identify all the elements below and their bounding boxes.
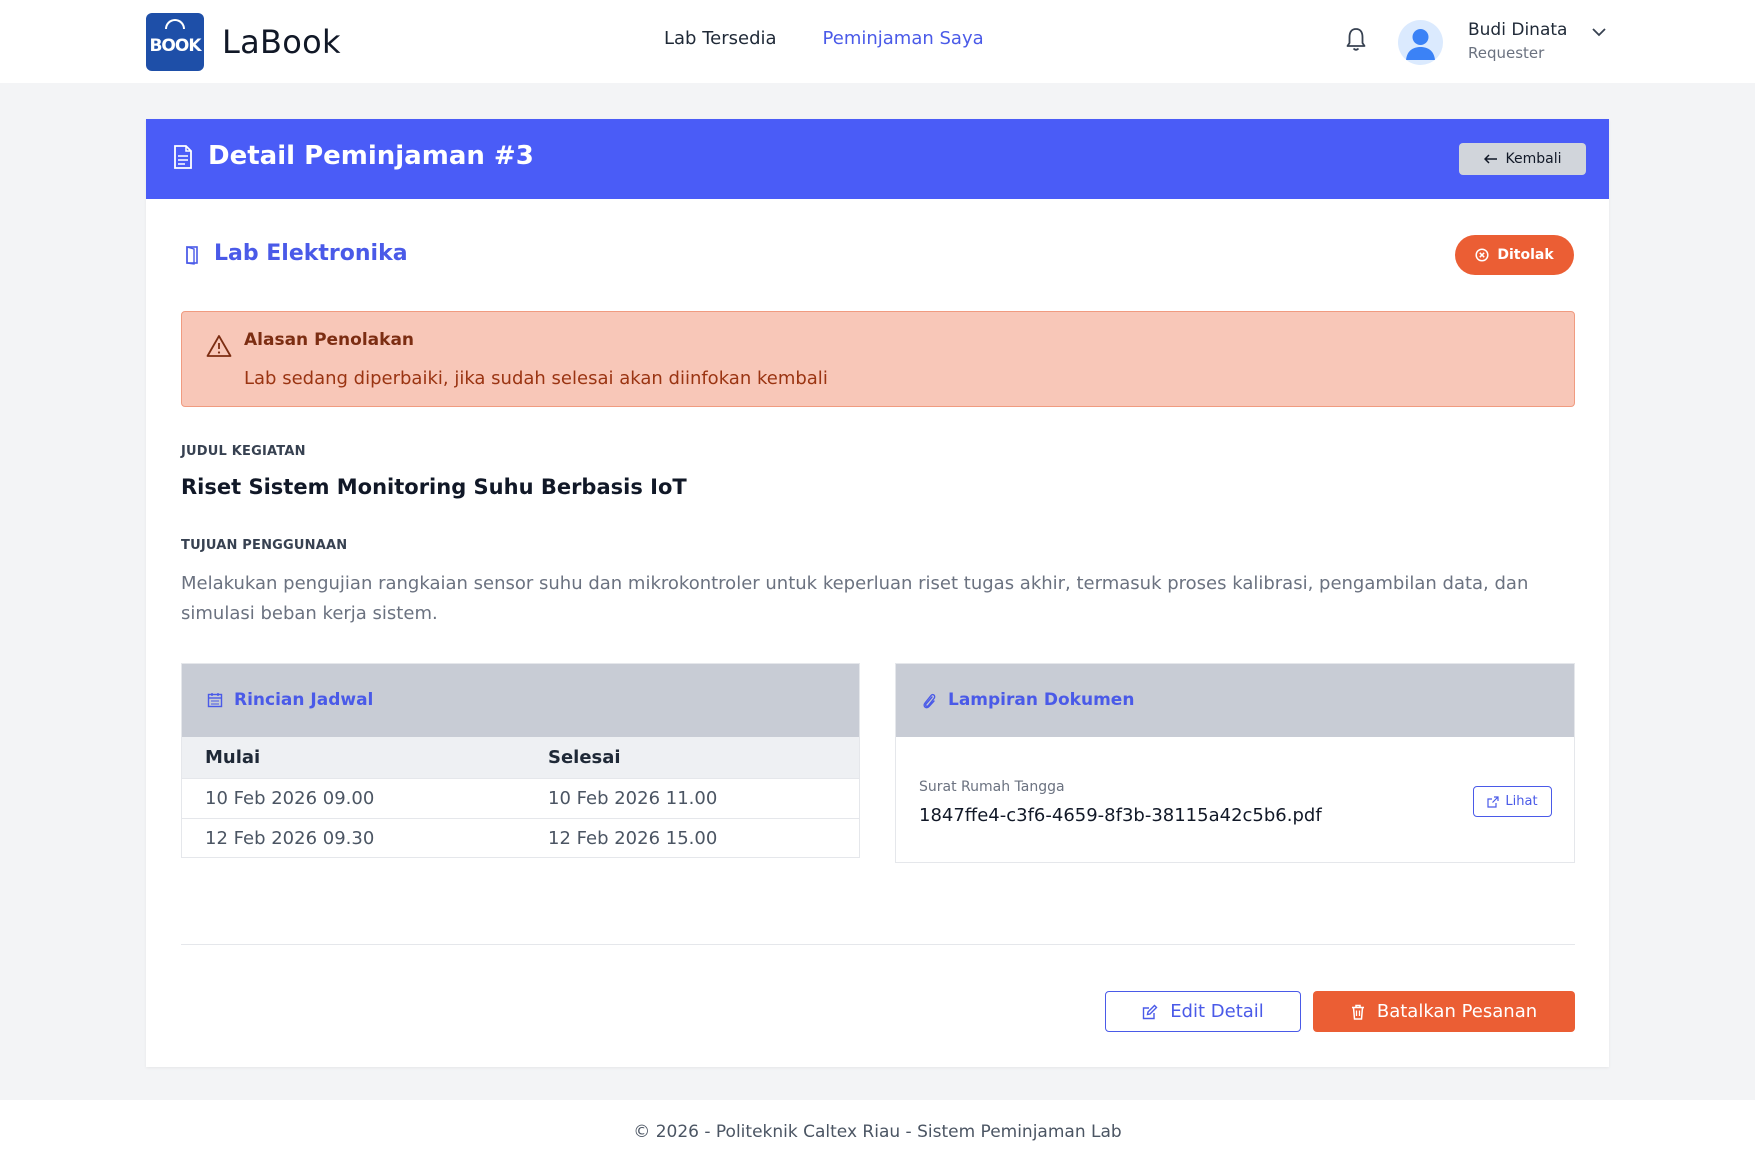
schedule-row-2-start: 12 Feb 2026 09.30 [205,828,375,849]
purpose-text: Melakukan pengujian rangkaian sensor suh… [181,573,1529,624]
door-icon [186,246,198,265]
external-link-icon [1487,795,1500,808]
navbar: BOOK LaBook Lab Tersedia Peminjaman Saya… [0,0,1755,83]
nav-links: Lab Tersedia Peminjaman Saya [664,28,984,49]
arrow-left-icon [1483,154,1497,164]
nav-peminjaman-saya[interactable]: Peminjaman Saya [823,28,984,49]
user-name[interactable]: Budi Dinata [1468,20,1567,40]
calendar-icon [207,693,223,708]
edit-button-label: Edit Detail [1170,1001,1264,1022]
schedule-header-row: Mulai Selesai [182,737,859,778]
edit-icon [1142,1004,1158,1019]
purpose-label: TUJUAN PENGGUNAAN [181,538,348,553]
user-role: Requester [1468,44,1545,62]
labook-logo: BOOK [146,13,204,71]
footer-text: © 2026 - Politeknik Caltex Riau - Sistem… [633,1122,1122,1142]
back-button[interactable]: Kembali [1459,143,1586,175]
paperclip-icon [923,693,936,709]
activity-title: Riset Sistem Monitoring Suhu Berbasis Io… [181,475,687,499]
actions-divider [181,944,1575,945]
rejection-alert: Alasan Penolakan Lab sedang diperbaiki, … [181,311,1575,407]
schedule-panel: Rincian Jadwal Mulai Selesai 10 Feb 2026… [181,663,860,858]
row-divider [182,778,859,779]
cancel-booking-button[interactable]: Batalkan Pesanan [1313,991,1575,1032]
view-button-label: Lihat [1505,794,1538,809]
attachment-filename: 1847ffe4-c3f6-4659-8f3b-38115a42c5b6.pdf [919,805,1322,826]
trash-icon [1351,1004,1364,1020]
schedule-row-2-end: 12 Feb 2026 15.00 [548,828,718,849]
attachments-panel: Lampiran Dokumen Surat Rumah Tangga 1847… [895,663,1575,863]
edit-detail-button[interactable]: Edit Detail [1105,991,1301,1032]
warning-icon [206,335,232,357]
x-circle-icon [1475,248,1489,262]
avatar[interactable] [1398,20,1443,65]
column-header-start: Mulai [205,747,261,768]
document-icon [174,145,192,169]
card-header: Detail Peminjaman #3 Kembali [146,119,1609,199]
chevron-down-icon[interactable] [1591,26,1607,38]
attachment-label: Surat Rumah Tangga [919,779,1065,795]
cancel-button-label: Batalkan Pesanan [1376,1001,1538,1022]
user-avatar-icon [1406,29,1435,60]
lab-name: Lab Elektronika [214,241,408,266]
book-icon [165,19,185,29]
status-badge: Ditolak [1455,235,1574,275]
logo-text: BOOK [149,36,201,56]
bell-icon[interactable] [1344,26,1368,52]
schedule-title: Rincian Jadwal [234,690,374,710]
attachments-title: Lampiran Dokumen [948,690,1135,710]
alert-reason: Lab sedang diperbaiki, jika sudah selesa… [244,368,828,389]
detail-card: Detail Peminjaman #3 Kembali Lab Elektro… [146,119,1609,1067]
nav-lab-tersedia[interactable]: Lab Tersedia [664,28,777,49]
schedule-row-1-end: 10 Feb 2026 11.00 [548,788,718,809]
view-attachment-button[interactable]: Lihat [1473,786,1552,817]
schedule-row-1-start: 10 Feb 2026 09.00 [205,788,375,809]
attachments-panel-header: Lampiran Dokumen [896,664,1574,737]
back-button-label: Kembali [1505,151,1562,167]
footer: © 2026 - Politeknik Caltex Riau - Sistem… [0,1100,1755,1163]
page-title: Detail Peminjaman #3 [208,141,534,171]
schedule-panel-header: Rincian Jadwal [182,664,859,737]
app-name: LaBook [222,23,341,61]
row-divider [182,818,859,819]
column-header-end: Selesai [548,747,621,768]
alert-title: Alasan Penolakan [244,330,415,350]
activity-label: JUDUL KEGIATAN [181,444,306,459]
brand[interactable]: BOOK LaBook [146,13,341,71]
status-label: Ditolak [1497,247,1554,263]
